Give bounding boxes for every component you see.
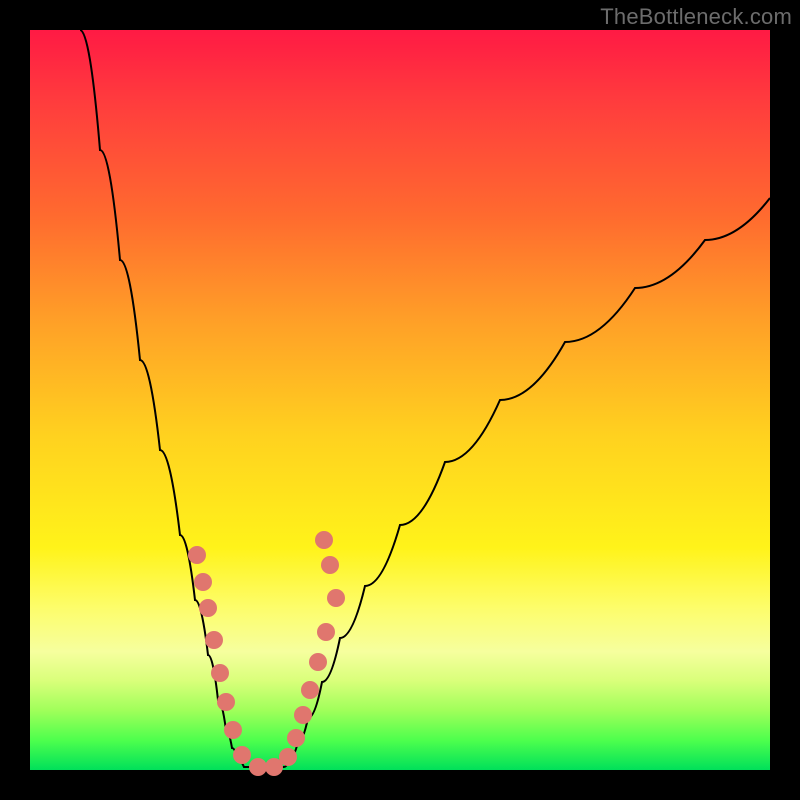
data-dot — [287, 729, 305, 747]
data-dot — [224, 721, 242, 739]
watermark-text: TheBottleneck.com — [600, 4, 792, 30]
data-dot — [211, 664, 229, 682]
data-dot — [233, 746, 251, 764]
data-dot — [279, 748, 297, 766]
data-dot — [249, 758, 267, 776]
data-dot — [315, 531, 333, 549]
data-dot — [327, 589, 345, 607]
data-dot — [188, 546, 206, 564]
data-dot — [294, 706, 312, 724]
data-dots-group — [188, 531, 345, 776]
data-dot — [321, 556, 339, 574]
data-dot — [309, 653, 327, 671]
data-dot — [199, 599, 217, 617]
data-dot — [205, 631, 223, 649]
data-dot — [194, 573, 212, 591]
bottleneck-curve — [80, 30, 770, 767]
data-dot — [217, 693, 235, 711]
data-dot — [317, 623, 335, 641]
data-dot — [301, 681, 319, 699]
bottleneck-curve-svg — [30, 30, 770, 770]
